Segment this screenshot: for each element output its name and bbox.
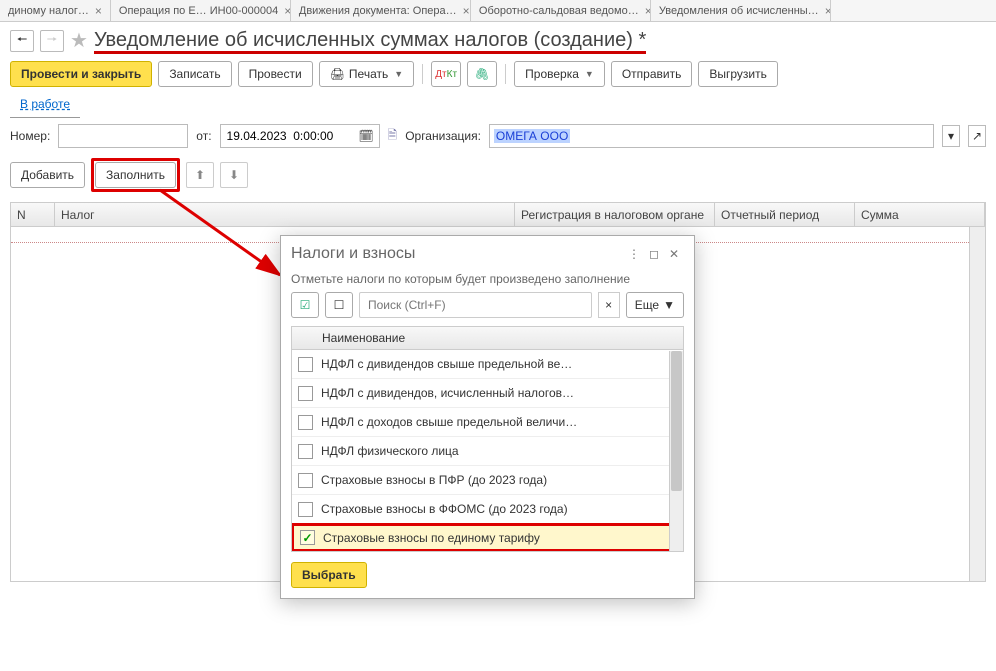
tab-bar: диному налог… × Операция по Е… ИН00-00000… <box>0 0 996 22</box>
post-button[interactable]: Провести <box>238 61 313 87</box>
add-button[interactable]: Добавить <box>10 162 85 188</box>
tab-label: Движения документа: Опера… <box>299 5 457 17</box>
list-item-label: НДФЛ с доходов свыше предельной величи… <box>321 415 577 429</box>
close-icon[interactable]: × <box>825 4 831 18</box>
clear-search-button[interactable]: × <box>598 292 620 318</box>
col-sum[interactable]: Сумма <box>855 203 985 226</box>
list-item-label: НДФЛ с дивидендов свыше предельной ве… <box>321 357 572 371</box>
date-field[interactable]: 🗓 <box>220 124 380 148</box>
tax-list: Наименование НДФЛ с дивидендов свыше пре… <box>291 326 684 552</box>
attach-icon: 🖇 <box>475 67 490 81</box>
taxes-modal: Налоги и взносы ⋮ ◻ ✕ Отметьте налоги по… <box>280 235 695 599</box>
check-button[interactable]: Проверка▼ <box>514 61 605 87</box>
list-item[interactable]: Страховые взносы в ПФР (до 2023 года) <box>292 466 683 495</box>
move-down-button[interactable]: ⬇ <box>220 162 248 188</box>
nav-forward-button[interactable]: 🠖 <box>40 30 64 52</box>
number-input[interactable] <box>58 124 188 148</box>
org-label: Организация: <box>405 129 481 143</box>
checkbox[interactable] <box>298 473 313 488</box>
col-period[interactable]: Отчетный период <box>715 203 855 226</box>
search-input[interactable] <box>366 297 585 313</box>
maximize-icon[interactable]: ◻ <box>644 244 664 264</box>
page-title: Уведомление об исчисленных суммах налого… <box>94 29 646 52</box>
kebab-icon[interactable]: ⋮ <box>624 244 644 264</box>
list-item-label: Страховые взносы в ПФР (до 2023 года) <box>321 473 547 487</box>
date-input[interactable] <box>225 128 355 144</box>
list-item[interactable]: НДФЛ с дивидендов, исчисленный налогов… <box>292 379 683 408</box>
col-tax[interactable]: Налог <box>55 203 515 226</box>
org-input[interactable]: ОМЕГА ООО <box>489 124 934 148</box>
tab-3[interactable]: Оборотно-сальдовая ведомо…× <box>471 0 651 21</box>
tab-0[interactable]: диному налог… × <box>0 0 111 21</box>
tab-label: Операция по Е… ИН00-000004 <box>119 5 278 17</box>
more-button[interactable]: Еще▼ <box>626 292 684 318</box>
uncheck-all-button[interactable]: ☐ <box>325 292 353 318</box>
search-field[interactable] <box>359 292 592 318</box>
number-label: Номер: <box>10 129 50 143</box>
table-scrollbar[interactable] <box>969 227 985 581</box>
list-item-label: НДФЛ физического лица <box>321 444 459 458</box>
list-header[interactable]: Наименование <box>292 327 683 350</box>
modal-note: Отметьте налоги по которым будет произве… <box>281 272 694 292</box>
checkbox[interactable] <box>298 444 313 459</box>
tab-label: диному налог… <box>8 5 89 17</box>
list-scrollbar[interactable] <box>669 351 683 551</box>
checkbox[interactable] <box>298 415 313 430</box>
favorite-icon[interactable]: ★ <box>70 28 88 53</box>
list-item-label: НДФЛ с дивидендов, исчисленный налогов… <box>321 386 574 400</box>
checkbox[interactable] <box>298 357 313 372</box>
move-up-button[interactable]: ⬆ <box>186 162 214 188</box>
checkbox[interactable] <box>298 386 313 401</box>
checkbox-checked[interactable]: ✓ <box>300 530 315 545</box>
list-item[interactable]: Страховые взносы в ФФОМС (до 2023 года) <box>292 495 683 524</box>
check-all-button[interactable]: ☑ <box>291 292 319 318</box>
modal-title: Налоги и взносы <box>291 245 624 263</box>
save-button[interactable]: Записать <box>158 61 231 87</box>
list-item-selected[interactable]: ✓ Страховые взносы по единому тарифу <box>292 523 683 551</box>
list-item-label: Страховые взносы в ФФОМС (до 2023 года) <box>321 502 568 516</box>
dtkt-button[interactable]: ДтКт <box>431 61 461 87</box>
close-icon[interactable]: × <box>95 4 102 18</box>
close-icon[interactable]: ✕ <box>664 244 684 264</box>
col-reg[interactable]: Регистрация в налоговом органе <box>515 203 715 226</box>
close-icon[interactable]: × <box>463 4 470 18</box>
list-item-label: Страховые взносы по единому тарифу <box>323 531 540 545</box>
tab-label: Оборотно-сальдовая ведомо… <box>479 5 639 17</box>
export-button[interactable]: Выгрузить <box>698 61 778 87</box>
org-dropdown-button[interactable]: ▾ <box>942 125 960 147</box>
nav-back-button[interactable]: 🠔 <box>10 30 34 52</box>
dtkt-icon: ДтКт <box>435 69 457 80</box>
list-item[interactable]: НДФЛ с дивидендов свыше предельной ве… <box>292 350 683 379</box>
print-button[interactable]: 🖨Печать▼ <box>319 61 414 87</box>
note-icon[interactable]: 🗎 <box>388 126 398 147</box>
printer-icon: 🖨 <box>330 67 345 81</box>
attach-button[interactable]: 🖇 <box>467 61 497 87</box>
select-button[interactable]: Выбрать <box>291 562 367 588</box>
post-and-close-button[interactable]: Провести и закрыть <box>10 61 152 87</box>
status-link[interactable]: В работе <box>10 95 80 118</box>
list-item[interactable]: НДФЛ с доходов свыше предельной величи… <box>292 408 683 437</box>
fill-button[interactable]: Заполнить <box>95 162 176 188</box>
checkbox[interactable] <box>298 502 313 517</box>
tab-2[interactable]: Движения документа: Опера… × <box>291 0 471 21</box>
tab-1[interactable]: Операция по Е… ИН00-000004 × <box>111 0 291 21</box>
main-toolbar: Провести и закрыть Записать Провести 🖨Пе… <box>0 57 996 95</box>
col-n[interactable]: N <box>11 203 55 226</box>
date-label: от: <box>196 129 211 143</box>
list-item[interactable]: НДФЛ физического лица <box>292 437 683 466</box>
send-button[interactable]: Отправить <box>611 61 693 87</box>
tab-4[interactable]: Уведомления об исчисленны… × <box>651 0 831 21</box>
tab-label: Уведомления об исчисленны… <box>659 5 819 17</box>
check-all-icon: ☑ <box>300 298 311 312</box>
close-icon[interactable]: × <box>284 4 291 18</box>
calendar-icon[interactable]: 🗓 <box>359 129 374 143</box>
uncheck-all-icon: ☐ <box>334 298 345 312</box>
org-open-button[interactable]: ↗ <box>968 125 986 147</box>
